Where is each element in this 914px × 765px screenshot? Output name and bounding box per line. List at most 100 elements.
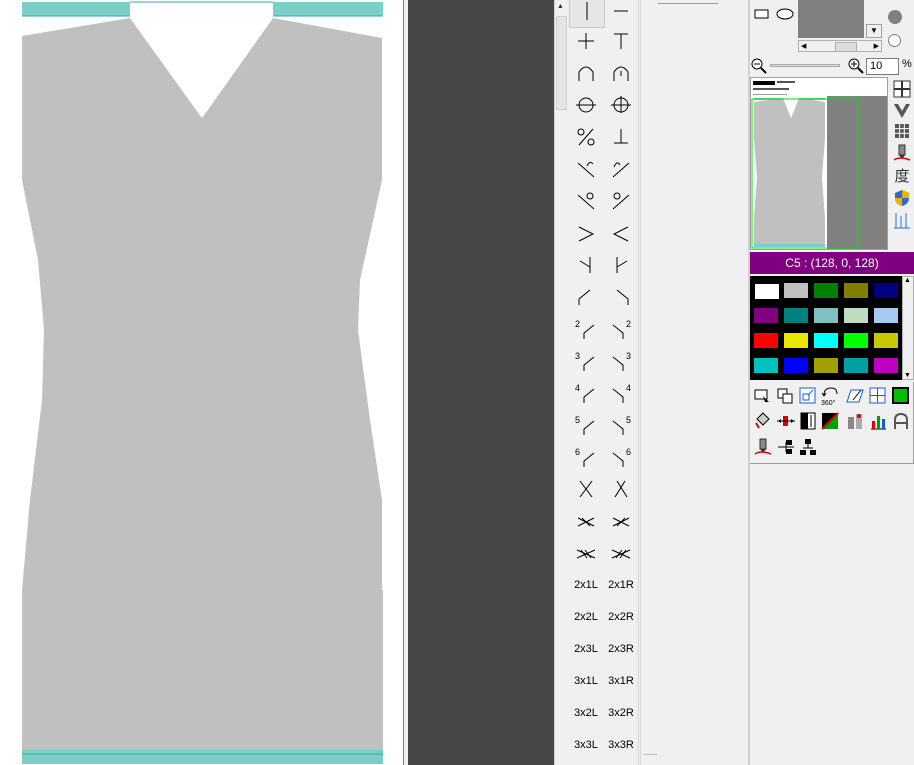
rectangle-tool-icon[interactable] — [754, 8, 770, 20]
stitch-circle-cross-icon[interactable] — [604, 90, 638, 120]
mirror-tool-icon[interactable] — [868, 386, 888, 406]
stitch-2x3r[interactable]: 2x3R — [604, 634, 638, 664]
stitch-up-tack-icon[interactable] — [604, 122, 638, 152]
empty-circle-option[interactable] — [888, 34, 901, 47]
stitch-3x1r[interactable]: 3x1R — [604, 666, 638, 696]
v-neck-tool-icon[interactable] — [892, 101, 912, 121]
stitch-2x2r[interactable]: 2x2R — [604, 602, 638, 632]
stitch-palette-scrollbar[interactable] — [640, 0, 658, 765]
stitch-circle-icon[interactable] — [569, 90, 603, 120]
color-swatch[interactable] — [753, 357, 779, 374]
stitch-right-transfer-icon[interactable] — [569, 250, 603, 280]
dropdown-arrow-icon[interactable]: ▼ — [866, 24, 882, 38]
stitch-cable-cross-left-icon[interactable] — [569, 474, 603, 504]
stitch-3x2r[interactable]: 3x2R — [604, 698, 638, 728]
color-swatch[interactable] — [813, 307, 839, 324]
color-swatch[interactable] — [843, 357, 869, 374]
garment-shape[interactable] — [20, 0, 384, 765]
grid-fine-icon[interactable] — [892, 121, 912, 141]
zoom-slider[interactable] — [770, 64, 840, 67]
stitch-cable-cross-right-icon[interactable] — [604, 474, 638, 504]
stitch-left-transfer-icon[interactable] — [604, 250, 638, 280]
copy-tool-icon[interactable] — [776, 386, 796, 406]
color-swatch[interactable] — [783, 282, 809, 299]
canvas-scrollbar[interactable]: ▲ — [554, 0, 567, 765]
resize-tool-icon[interactable] — [798, 386, 818, 406]
stitch-horizontal-icon[interactable] — [604, 0, 638, 26]
color-swatch[interactable] — [843, 307, 869, 324]
color-swatch[interactable] — [753, 282, 781, 301]
stitch-cross-left-hook-icon[interactable] — [569, 154, 603, 184]
stitch-5-left-icon[interactable]: 5 — [569, 410, 603, 440]
stitch-3x1l[interactable]: 3x1L — [569, 666, 603, 696]
stitch-branch-left-icon[interactable] — [569, 282, 603, 312]
stitch-6-right-icon[interactable]: 6 — [604, 442, 638, 472]
degree-tool[interactable]: 度 — [892, 166, 912, 186]
stitch-2x3l[interactable]: 2x3L — [569, 634, 603, 664]
stitch-cross-left-loop-icon[interactable] — [569, 186, 603, 216]
ellipse-tool-icon[interactable] — [776, 8, 794, 20]
stitch-cross-right-loop-icon[interactable] — [604, 186, 638, 216]
color-swatch[interactable] — [843, 332, 869, 349]
stitch-arch-dot-icon[interactable] — [604, 58, 638, 88]
rotate-360-icon[interactable]: 360° — [820, 386, 840, 406]
color-swatch[interactable] — [783, 357, 809, 374]
stitch-6-left-icon[interactable]: 6 — [569, 442, 603, 472]
lines-tool-icon[interactable] — [892, 210, 912, 230]
zoom-in-icon[interactable] — [848, 58, 864, 74]
stitch-triple-cross-right-icon[interactable] — [604, 538, 638, 568]
stitch-arch-icon[interactable] — [569, 58, 603, 88]
contrast-tool-icon[interactable] — [798, 411, 818, 431]
navigator-thumbnail[interactable] — [750, 77, 888, 250]
color-swatch[interactable] — [873, 307, 899, 324]
palette-scrollbar[interactable]: ▲ ▼ — [902, 276, 914, 380]
stitch-3x3l[interactable]: 3x3L — [569, 730, 603, 760]
color-swatch[interactable] — [813, 357, 839, 374]
stitch-3x2l[interactable]: 3x2L — [569, 698, 603, 728]
stitch-triple-cross-left-icon[interactable] — [569, 538, 603, 568]
scroll-up-icon[interactable]: ▲ — [556, 2, 565, 12]
zoom-out-icon[interactable] — [751, 58, 767, 74]
stitch-double-cross-left-icon[interactable] — [569, 506, 603, 536]
color-swatch[interactable] — [783, 307, 809, 324]
stitch-5-right-icon[interactable]: 5 — [604, 410, 638, 440]
stitch-4-left-icon[interactable]: 4 — [569, 378, 603, 408]
color-swatch[interactable] — [753, 307, 779, 324]
scroll-thumb[interactable] — [556, 16, 567, 110]
stitch-2x2l[interactable]: 2x2L — [569, 602, 603, 632]
marker-tool-icon[interactable] — [753, 437, 773, 457]
select-tool-icon[interactable] — [753, 386, 773, 406]
small-horizontal-scrollbar[interactable]: ◀ ▶ — [798, 40, 882, 52]
stitch-branch-right-icon[interactable] — [604, 282, 638, 312]
zoom-input[interactable]: 10 — [866, 58, 899, 75]
color-swatch[interactable] — [843, 282, 869, 299]
stitch-plus-icon[interactable] — [569, 26, 603, 56]
color-swatch[interactable] — [783, 332, 809, 349]
text-tool-icon[interactable] — [891, 411, 911, 431]
swap-color-icon[interactable] — [776, 411, 796, 431]
skew-tool-icon[interactable] — [845, 386, 865, 406]
shield-icon[interactable] — [892, 188, 912, 208]
color-swatch[interactable] — [813, 332, 839, 349]
color-picker-icon[interactable] — [845, 411, 865, 431]
color-swatch[interactable] — [873, 282, 899, 299]
stitch-3-right-icon[interactable]: 3 — [604, 346, 638, 376]
stitch-2-right-icon[interactable]: 2 — [604, 314, 638, 344]
stitch-3x3r[interactable]: 3x3R — [604, 730, 638, 760]
stitch-vertical-icon[interactable] — [569, 0, 605, 28]
paint-bucket-icon[interactable] — [753, 411, 773, 431]
filled-circle-option[interactable] — [888, 10, 902, 24]
color-swatch[interactable] — [813, 282, 839, 299]
distribute-horizontal-icon[interactable] — [776, 437, 796, 457]
stitch-2x1r[interactable]: 2x1R — [604, 570, 638, 600]
color-replace-icon[interactable] — [820, 411, 840, 431]
stitch-less-icon[interactable] — [604, 218, 638, 248]
stitch-2x1l[interactable]: 2x1L — [569, 570, 603, 600]
color-swatch[interactable] — [753, 332, 779, 349]
stitch-2-left-icon[interactable]: 2 — [569, 314, 603, 344]
stitch-3-left-icon[interactable]: 3 — [569, 346, 603, 376]
stitch-4-right-icon[interactable]: 4 — [604, 378, 638, 408]
stitch-cross-right-hook-icon[interactable] — [604, 154, 638, 184]
stitch-tee-icon[interactable] — [604, 26, 638, 56]
stitch-greater-icon[interactable] — [569, 218, 603, 248]
